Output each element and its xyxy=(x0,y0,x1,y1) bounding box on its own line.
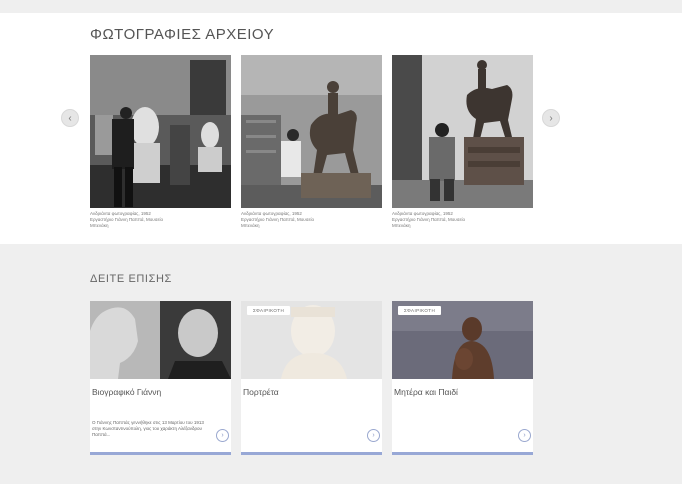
card-thumbnail xyxy=(90,301,231,379)
photo-caption-line: Μπενάκη xyxy=(241,223,260,228)
related-card-portraits[interactable]: ΣΦΑΙΡΙΚΟΤΗ Πορτρέτα › xyxy=(241,301,382,455)
top-strip xyxy=(0,0,682,13)
chevron-left-icon: ‹ xyxy=(68,112,72,124)
related-card-biography[interactable]: Βιογραφικό Γιάννη Ο Γιάννης Παππάς γεννή… xyxy=(90,301,231,455)
photo-caption-line: Μπενάκη xyxy=(90,223,109,228)
card-arrow-button[interactable]: › xyxy=(216,429,229,442)
chevron-right-icon: › xyxy=(372,432,375,439)
card-title: Βιογραφικό Γιάννη xyxy=(92,387,162,397)
archive-photo-card[interactable]: Ανδριάντα φωτογραφίας, 1952 Εργαστήριο Γ… xyxy=(241,55,382,229)
chevron-right-icon: › xyxy=(523,432,526,439)
carousel-prev-button[interactable]: ‹ xyxy=(61,109,79,127)
archive-photos-section: ΦΩΤΟΓΡΑΦΙΕΣ ΑΡΧΕΙΟΥ ‹ › Ανδριάντα φωτογρ… xyxy=(0,13,682,244)
see-also-section: ΔΕΙΤΕ ΕΠΙΣΗΣ Βιογραφικό Γιάννη Ο Γιάννης… xyxy=(0,244,682,484)
photo-caption-line: Μπενάκη xyxy=(392,223,411,228)
chevron-right-icon: › xyxy=(221,432,224,439)
carousel-next-button[interactable]: › xyxy=(542,109,560,127)
card-badge: ΣΦΑΙΡΙΚΟΤΗ xyxy=(398,306,442,315)
archive-section-title: ΦΩΤΟΓΡΑΦΙΕΣ ΑΡΧΕΙΟΥ xyxy=(90,26,275,43)
related-card-mother-child[interactable]: ΣΦΑΙΡΙΚΟΤΗ Μητέρα και Παιδί › xyxy=(392,301,533,455)
card-arrow-button[interactable]: › xyxy=(367,429,380,442)
chevron-right-icon: › xyxy=(549,112,553,124)
card-arrow-button[interactable]: › xyxy=(518,429,531,442)
archive-photo-card[interactable]: Ανδριάντα φωτογραφίας, 1952 Εργαστήριο Γ… xyxy=(392,55,533,229)
card-badge: ΣΦΑΙΡΙΚΟΤΗ xyxy=(247,306,291,315)
see-also-title: ΔΕΙΤΕ ΕΠΙΣΗΣ xyxy=(90,273,172,285)
card-excerpt: Ο Γιάννης Παππάς γεννήθηκε στις 13 Μαρτί… xyxy=(92,420,204,437)
card-title: Μητέρα και Παιδί xyxy=(394,387,458,397)
card-thumbnail: ΣΦΑΙΡΙΚΟΤΗ xyxy=(241,301,382,379)
archive-photo-image xyxy=(392,55,533,208)
archive-photo-image xyxy=(241,55,382,208)
archive-photo-card[interactable]: Ανδριάντα φωτογραφίας, 1952 Εργαστήριο Γ… xyxy=(90,55,231,229)
card-thumbnail: ΣΦΑΙΡΙΚΟΤΗ xyxy=(392,301,533,379)
card-title: Πορτρέτα xyxy=(243,387,279,397)
archive-photo-image xyxy=(90,55,231,208)
